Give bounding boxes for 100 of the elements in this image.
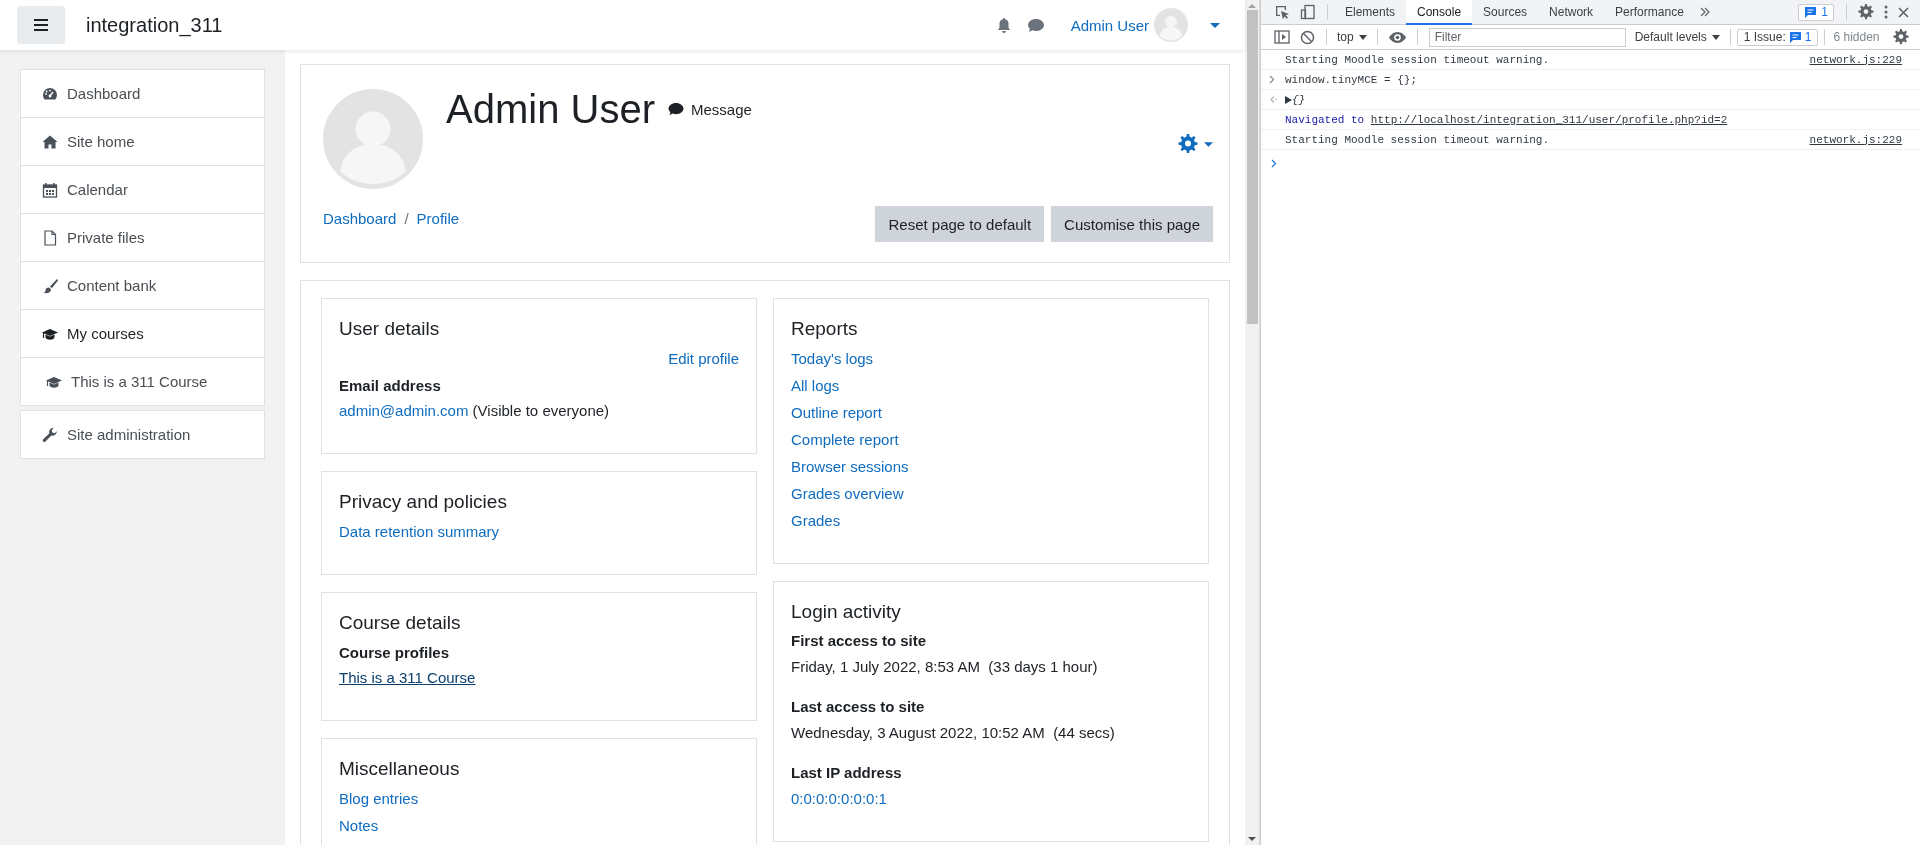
console-message: Starting Moodle session timeout warning. — [1285, 133, 1550, 146]
field-value: Friday, 1 July 2022, 8:53 AM (33 days 1 hour) — [791, 656, 1099, 677]
caret-icon — [1204, 141, 1213, 147]
link[interactable]: 0:0:0:0:0:0:0:1 — [791, 789, 887, 807]
breadcrumb-separator: / — [404, 209, 409, 227]
message-icon — [1804, 6, 1818, 18]
nav-link[interactable]: Site administration — [21, 411, 264, 458]
message-button[interactable]: Message — [667, 100, 752, 118]
calendar-icon — [41, 181, 59, 198]
link[interactable]: Grades — [791, 511, 841, 529]
house-icon — [41, 133, 59, 150]
field-value: Wednesday, 3 August 2022, 10:52 AM (44 secs) — [791, 722, 1116, 743]
section-title: Miscellaneous — [339, 757, 461, 782]
caret-icon — [1711, 34, 1720, 40]
avatar-icon — [1154, 8, 1188, 42]
console-link[interactable]: http://localhost/integration_311/user/profile.php?id=2 — [1370, 113, 1728, 126]
menu-icon — [34, 18, 48, 32]
devtools-tab[interactable]: Performance — [1604, 0, 1695, 25]
section-title: User details — [339, 317, 441, 341]
file-icon — [41, 229, 59, 246]
paintbrush-icon — [41, 277, 59, 294]
profile-name: Admin User — [446, 86, 655, 133]
link[interactable]: Notes — [339, 816, 379, 834]
double-chevron-icon — [1699, 7, 1710, 17]
chevron-icon — [1269, 75, 1275, 84]
link[interactable]: Today's logs — [791, 349, 874, 367]
command-text: window.tinyMCE = {}; — [1285, 73, 1418, 86]
inspect-icon — [1274, 4, 1290, 20]
devtools-tab[interactable]: Console — [1406, 0, 1473, 25]
scroll-down-icon[interactable] — [1248, 837, 1256, 841]
issues-badge[interactable]: 1 — [1798, 3, 1834, 21]
console-result[interactable]: {} — [1292, 93, 1306, 106]
console-message: Navigated to http://localhost/integration_311/user/profile.php?id=2 — [1285, 113, 1728, 126]
chat-icon — [667, 102, 684, 116]
scrollbar-thumb[interactable] — [1246, 10, 1258, 324]
link[interactable]: Grades overview — [791, 484, 904, 502]
section-title: Login activity — [791, 599, 902, 624]
caret-icon — [1210, 22, 1220, 28]
nav-link[interactable]: Private files — [21, 213, 264, 261]
link[interactable]: Blog entries — [339, 789, 419, 807]
kebab-icon — [1884, 5, 1888, 19]
gauge-icon — [41, 85, 59, 102]
field-label: Last access to site — [791, 697, 926, 718]
devtools-tab[interactable]: Elements — [1334, 0, 1407, 25]
clear-icon — [1300, 29, 1315, 45]
sidebar-icon — [1274, 30, 1290, 44]
hidden-count: 6 hidden — [1833, 30, 1880, 44]
nav-link[interactable]: Dashboard — [21, 70, 264, 117]
console-message: Starting Moodle session timeout warning. — [1285, 53, 1550, 66]
email-link[interactable]: admin@admin.com — [339, 402, 469, 420]
user-menu-button[interactable]: Admin User — [1070, 8, 1220, 42]
section-title: Course details — [339, 610, 462, 635]
settings-icon — [1893, 29, 1909, 45]
bell-icon[interactable] — [996, 17, 1011, 33]
caret-icon — [1358, 34, 1367, 40]
filter-input[interactable]: Filter — [1428, 27, 1626, 47]
settings-menu-button[interactable] — [1178, 134, 1213, 154]
field-value: admin@admin.com (Visible to everyone) — [339, 401, 611, 422]
link[interactable]: Outline report — [791, 403, 882, 421]
link[interactable]: Complete report — [791, 430, 899, 448]
return-arrow-icon — [1269, 95, 1278, 104]
settings-icon — [1858, 4, 1874, 20]
nav-link[interactable]: Content bank — [21, 261, 264, 309]
menu-button[interactable] — [17, 6, 65, 44]
device-icon — [1300, 4, 1316, 20]
field-label: Email address — [339, 375, 442, 396]
log-levels-dropdown[interactable]: Default levels — [1630, 30, 1724, 44]
expand-triangle-icon — [1285, 95, 1292, 104]
course-link[interactable]: This is a 311 Course — [339, 669, 476, 687]
prompt-chevron-icon — [1271, 159, 1277, 168]
source-link[interactable]: network.js:229 — [1809, 53, 1902, 66]
link[interactable]: All logs — [791, 376, 840, 394]
section-title: Privacy and policies — [339, 490, 508, 515]
chat-icon[interactable] — [1027, 17, 1044, 33]
edit-profile-link[interactable]: Edit profile — [668, 349, 739, 367]
wrench-icon — [41, 426, 59, 443]
page-button[interactable]: Customise this page — [1051, 206, 1213, 242]
breadcrumb-link[interactable]: Profile — [416, 209, 460, 227]
link[interactable]: Data retention summary — [339, 522, 500, 540]
issues-button[interactable]: 1 Issue: 1 — [1736, 28, 1819, 46]
nav-heading[interactable]: My courses — [21, 309, 264, 357]
settings-icon — [1178, 134, 1198, 154]
context-dropdown[interactable]: top — [1333, 30, 1371, 44]
message-icon — [1788, 31, 1802, 43]
link[interactable]: Browser sessions — [791, 457, 909, 475]
nav-link[interactable]: This is a 311 Course — [21, 357, 264, 405]
source-link[interactable]: network.js:229 — [1809, 133, 1902, 146]
nav-link[interactable]: Site home — [21, 117, 264, 165]
field-label: Course profiles — [339, 642, 451, 663]
nav-link[interactable]: Calendar — [21, 165, 264, 213]
site-name[interactable]: integration_311 — [86, 13, 223, 37]
field-label: Last IP address — [791, 763, 903, 784]
page-button[interactable]: Reset page to default — [875, 206, 1045, 242]
field-label: First access to site — [791, 631, 928, 652]
devtools-tab[interactable]: Network — [1538, 0, 1605, 25]
devtools-tab[interactable]: Sources — [1472, 0, 1539, 25]
section-title: Reports — [791, 317, 859, 341]
breadcrumb-link[interactable]: Dashboard — [323, 209, 397, 227]
close-icon — [1898, 6, 1909, 18]
eye-icon — [1388, 31, 1406, 43]
